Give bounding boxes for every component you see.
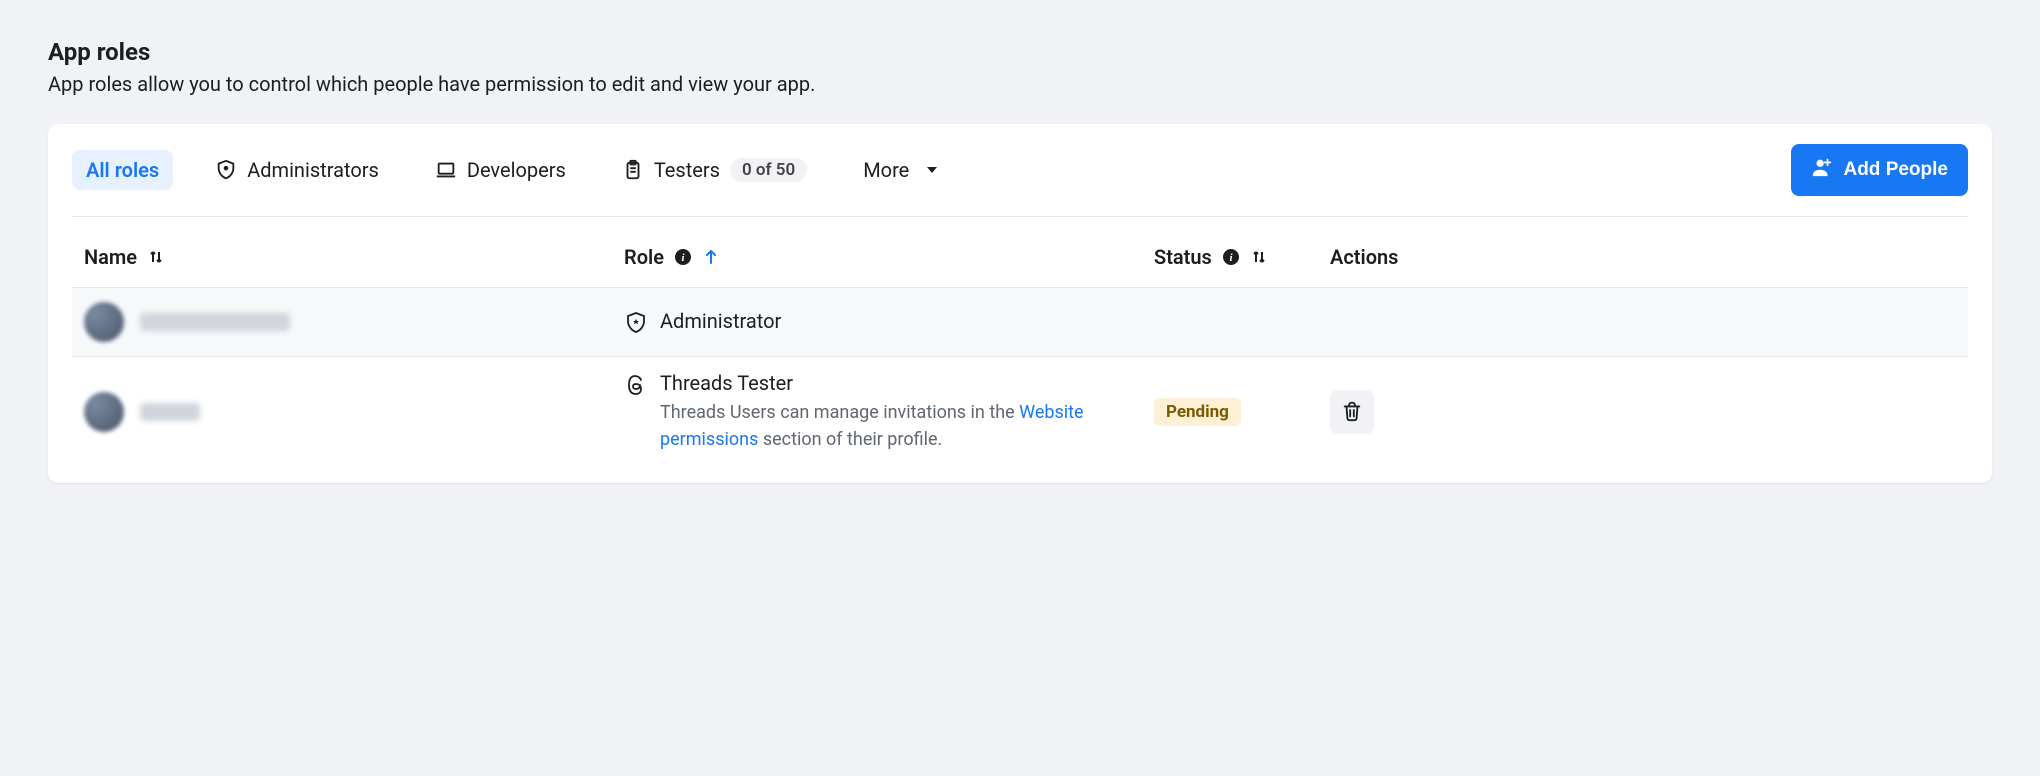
clipboard-icon	[622, 159, 644, 181]
column-name[interactable]: Name	[84, 245, 624, 269]
roles-card: All roles Administrators Developers Test…	[48, 124, 1992, 483]
avatar	[84, 302, 124, 342]
status-cell: Pending	[1154, 398, 1330, 426]
role-sub-post: section of their profile.	[758, 429, 942, 450]
add-people-label: Add People	[1843, 159, 1948, 181]
tab-more[interactable]: More	[849, 150, 953, 190]
table-header: Name Role i Status i Actions	[72, 217, 1968, 287]
column-role[interactable]: Role i	[624, 245, 1154, 269]
role-sub-pre: Threads Users can manage invitations in …	[660, 402, 1019, 423]
column-status-label: Status	[1154, 245, 1212, 269]
name-cell	[84, 392, 624, 432]
info-icon: i	[1222, 248, 1240, 266]
user-name-redacted	[140, 313, 290, 331]
sort-both-icon	[1250, 248, 1268, 266]
info-icon: i	[674, 248, 692, 266]
column-role-label: Role	[624, 245, 664, 269]
tab-all-roles-label: All roles	[86, 158, 159, 182]
sort-both-icon	[147, 248, 165, 266]
status-badge: Pending	[1154, 398, 1241, 426]
column-name-label: Name	[84, 245, 137, 269]
shield-icon	[624, 311, 648, 335]
page-title: App roles	[48, 38, 1992, 66]
tab-administrators[interactable]: Administrators	[201, 150, 393, 190]
tab-testers-label: Testers	[654, 158, 720, 182]
caret-down-icon	[925, 163, 939, 177]
tab-all-roles[interactable]: All roles	[72, 150, 173, 190]
table-row: Administrator	[72, 287, 1968, 356]
name-cell	[84, 302, 624, 342]
tab-administrators-label: Administrators	[247, 158, 379, 182]
table-row: Threads Tester Threads Users can manage …	[72, 356, 1968, 483]
role-name: Administrator	[660, 309, 781, 333]
column-actions-label: Actions	[1330, 245, 1398, 269]
testers-count-badge: 0 of 50	[730, 158, 807, 182]
add-people-button[interactable]: Add People	[1791, 144, 1968, 196]
sort-up-icon	[702, 248, 720, 266]
role-name: Threads Tester	[660, 371, 1110, 395]
role-cell: Administrator	[624, 309, 1154, 335]
tab-testers[interactable]: Testers 0 of 50	[608, 150, 821, 190]
tab-developers[interactable]: Developers	[421, 150, 580, 190]
actions-cell	[1330, 390, 1530, 434]
threads-icon	[624, 373, 648, 397]
person-plus-icon	[1811, 156, 1833, 184]
tabs-row: All roles Administrators Developers Test…	[72, 144, 1968, 217]
laptop-icon	[435, 159, 457, 181]
tab-developers-label: Developers	[467, 158, 566, 182]
trash-icon	[1341, 400, 1363, 425]
user-name-redacted	[140, 403, 200, 421]
role-subtext: Threads Users can manage invitations in …	[660, 399, 1110, 453]
role-cell: Threads Tester Threads Users can manage …	[624, 371, 1154, 453]
delete-button[interactable]	[1330, 390, 1374, 434]
column-status[interactable]: Status i	[1154, 245, 1330, 269]
shield-icon	[215, 159, 237, 181]
column-actions: Actions	[1330, 245, 1530, 269]
tab-more-label: More	[863, 158, 909, 182]
avatar	[84, 392, 124, 432]
page-description: App roles allow you to control which peo…	[48, 72, 1992, 96]
